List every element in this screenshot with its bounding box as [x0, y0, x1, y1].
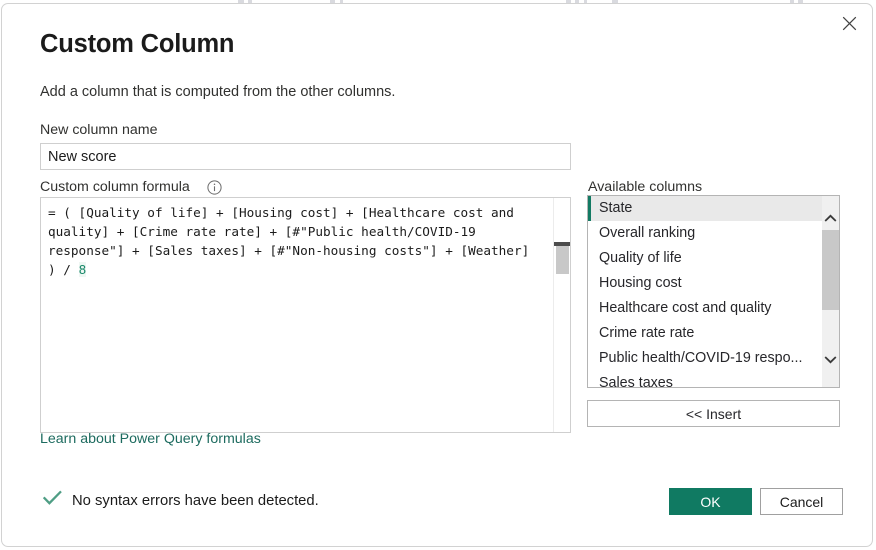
custom-column-dialog: Custom Column Add a column that is compu… — [1, 3, 873, 547]
custom-column-formula-label: Custom column formula — [40, 179, 190, 195]
scroll-down-button[interactable] — [822, 351, 839, 368]
learn-power-query-formulas-link[interactable]: Learn about Power Query formulas — [40, 431, 261, 447]
list-item[interactable]: Healthcare cost and quality — [588, 296, 822, 321]
list-item[interactable]: Quality of life — [588, 246, 822, 271]
page-title: Custom Column — [40, 30, 234, 59]
list-item[interactable]: Crime rate rate — [588, 321, 822, 346]
new-column-name-label: New column name — [40, 122, 158, 138]
new-column-name-input[interactable] — [40, 143, 571, 170]
list-item[interactable]: Public health/COVID-19 respo... — [588, 346, 822, 371]
status-message: No syntax errors have been detected. — [72, 493, 319, 509]
available-columns-items: State Overall ranking Quality of life Ho… — [588, 196, 822, 387]
ok-button[interactable]: OK — [669, 488, 752, 515]
chevron-down-icon — [824, 351, 837, 369]
checkmark-icon — [43, 490, 62, 511]
close-icon — [842, 16, 857, 31]
custom-column-formula-editor[interactable]: = ( [Quality of life] + [Housing cost] +… — [40, 197, 571, 433]
available-columns-list[interactable]: State Overall ranking Quality of life Ho… — [587, 195, 840, 388]
status-row: No syntax errors have been detected. — [43, 490, 319, 511]
formula-scrollbar-thumb[interactable] — [556, 246, 569, 274]
insert-button[interactable]: << Insert — [587, 400, 840, 427]
formula-expression: = ( [Quality of life] + [Housing cost] +… — [48, 205, 537, 277]
list-item[interactable]: Housing cost — [588, 271, 822, 296]
formula-text: = ( [Quality of life] + [Housing cost] +… — [48, 203, 540, 279]
list-item[interactable]: Sales taxes — [588, 371, 822, 387]
close-button[interactable] — [830, 6, 868, 40]
formula-scrollbar[interactable] — [553, 198, 570, 432]
scroll-up-button[interactable] — [822, 210, 839, 227]
cancel-button[interactable]: Cancel — [760, 488, 843, 515]
dialog-subtitle: Add a column that is computed from the o… — [40, 84, 395, 100]
chevron-up-icon — [824, 210, 837, 228]
list-item[interactable]: State — [588, 196, 822, 221]
formula-number-token: 8 — [79, 262, 87, 277]
available-columns-label: Available columns — [588, 179, 702, 195]
available-columns-scrollbar[interactable] — [822, 196, 839, 387]
scrollbar-thumb[interactable] — [822, 230, 839, 310]
info-icon[interactable] — [207, 180, 222, 195]
list-item[interactable]: Overall ranking — [588, 221, 822, 246]
